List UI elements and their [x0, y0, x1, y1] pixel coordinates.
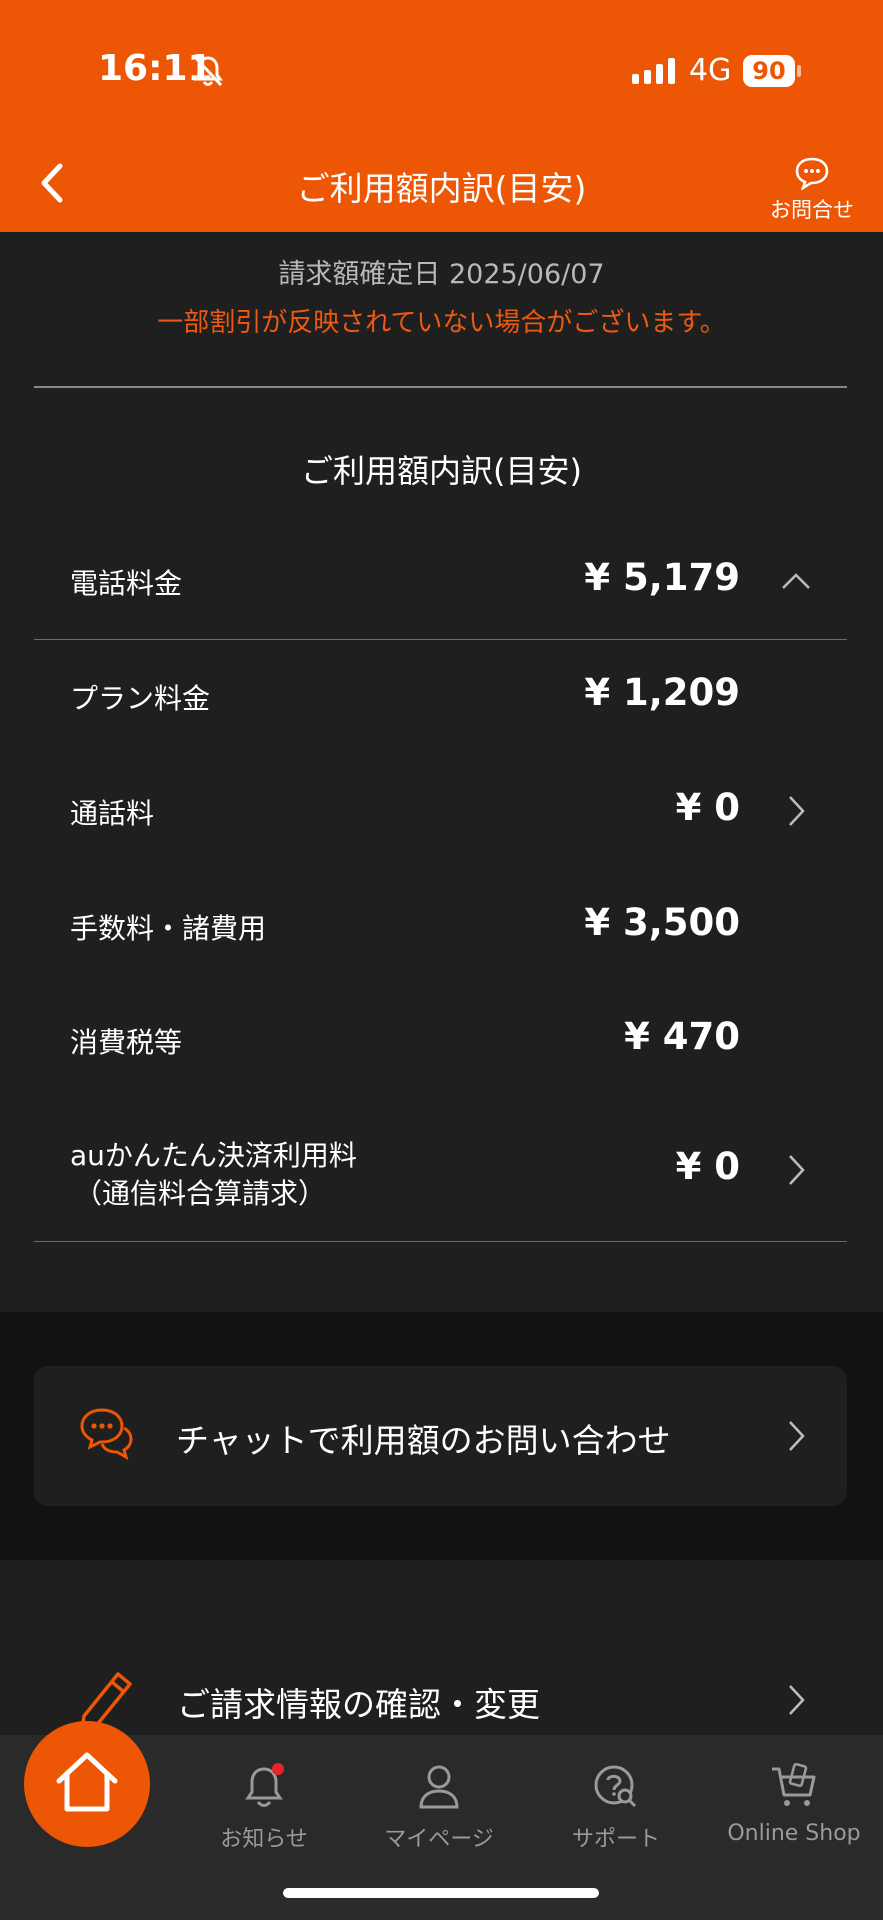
- fees-label: 手数料・諸費用: [70, 912, 267, 945]
- chat-inquiry-label: チャットで利用額のお問い合わせ: [176, 1421, 671, 1460]
- person-icon: [419, 1765, 459, 1809]
- tab-label: Online Shop: [727, 1821, 861, 1846]
- home-button[interactable]: [24, 1721, 150, 1847]
- chevron-right-icon: [789, 1421, 805, 1451]
- discount-notice: 一部割引が反映されていない場合がございます。: [157, 308, 726, 338]
- tax-amount: ¥ 470: [624, 1015, 740, 1058]
- chat-bubble-icon: [795, 157, 829, 190]
- bell-icon: [245, 1763, 284, 1807]
- call-charge-label[interactable]: 通話料: [70, 792, 154, 832]
- tab-label: お知らせ: [220, 1827, 308, 1852]
- chevron-up-icon[interactable]: [780, 570, 812, 592]
- bell-off-icon: [193, 55, 223, 87]
- network-type: 4G: [689, 53, 732, 88]
- plan-charge-label: プラン料金: [70, 682, 211, 715]
- confirm-date: 請求額確定日 2025/06/07: [278, 259, 605, 290]
- contact-button[interactable]: お問合せ: [762, 150, 862, 226]
- phone-charge-label: 電話料金: [70, 567, 183, 600]
- billing-info-label: ご請求情報の確認・変更: [177, 1685, 540, 1724]
- contact-label: お問合せ: [770, 198, 854, 222]
- divider: [34, 386, 847, 388]
- section-title: ご利用額内訳(目安): [301, 452, 582, 490]
- tab-label: マイページ: [384, 1827, 494, 1852]
- home-icon: [56, 1752, 118, 1812]
- support-icon: [594, 1765, 637, 1808]
- home-indicator: [283, 1888, 599, 1898]
- cart-icon: [772, 1763, 816, 1806]
- billing-info-link[interactable]: ご請求情報の確認・変更: [0, 1648, 883, 1748]
- app-header: 16:11 4G 90 ご利用額内訳(目安) お問合せ: [0, 0, 883, 232]
- au-payment-label[interactable]: auかんたん決済利用料: [70, 1134, 357, 1174]
- page-title: ご利用額内訳(目安): [296, 169, 587, 208]
- call-charge-amount: ¥ 0: [675, 786, 740, 829]
- tab-notifications[interactable]: お知らせ: [184, 1735, 344, 1865]
- battery-level: 90: [752, 57, 786, 85]
- signal-icon: [632, 58, 675, 84]
- fees-amount: ¥ 3,500: [584, 901, 740, 944]
- tax-label: 消費税等: [70, 1026, 183, 1059]
- tab-label: サポート: [571, 1827, 660, 1852]
- chevron-right-icon[interactable]: [785, 1152, 807, 1188]
- phone-charge-amount: ¥ 5,179: [584, 556, 740, 599]
- chevron-right-icon: [789, 1685, 805, 1715]
- chat-inquiry-button[interactable]: チャットで利用額のお問い合わせ: [34, 1366, 847, 1506]
- chevron-right-icon[interactable]: [785, 793, 807, 829]
- tab-online-shop[interactable]: Online Shop: [714, 1735, 874, 1865]
- au-payment-amount: ¥ 0: [675, 1145, 740, 1188]
- au-payment-sublabel: （通信料合算請求）: [74, 1177, 327, 1210]
- divider: [34, 639, 847, 640]
- tab-support[interactable]: サポート: [536, 1735, 696, 1865]
- chat-icon: [80, 1408, 133, 1461]
- divider: [34, 1241, 847, 1242]
- tab-mypage[interactable]: マイページ: [359, 1735, 519, 1865]
- plan-charge-amount: ¥ 1,209: [584, 671, 740, 714]
